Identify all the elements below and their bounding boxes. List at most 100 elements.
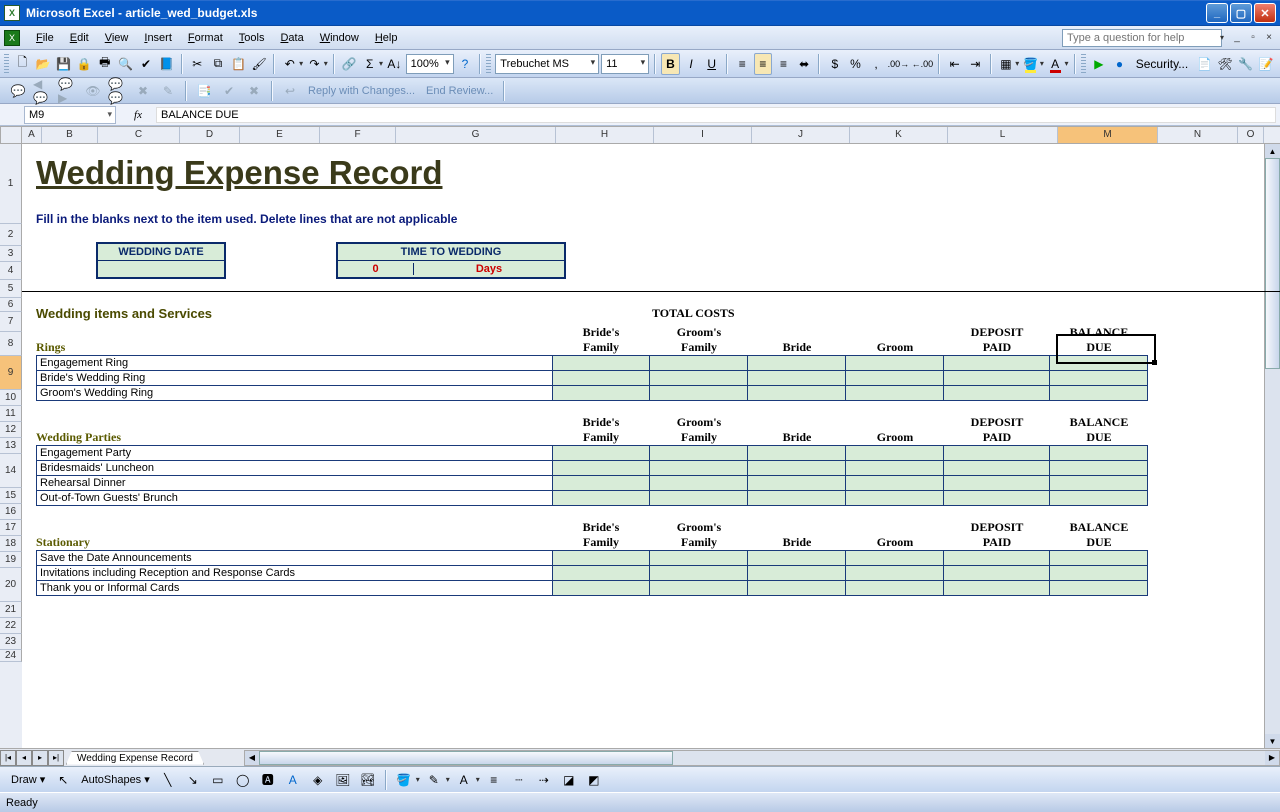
fill-color-icon[interactable]: 🪣 [1021,53,1040,75]
row-header-2[interactable]: 2 [0,224,22,246]
print-icon[interactable]: 🖶 [95,53,114,75]
percent-icon[interactable]: % [846,53,865,75]
menu-window[interactable]: Window [312,29,367,47]
value-cell[interactable] [552,461,650,476]
col-header-C[interactable]: C [98,127,180,143]
row-header-15[interactable]: 15 [0,488,22,504]
italic-button[interactable]: I [682,53,701,75]
tab-next-icon[interactable]: ▸ [32,750,48,766]
value-cell[interactable] [748,371,846,386]
redo-dropdown-icon[interactable]: ▾ [324,59,328,68]
row-header-3[interactable]: 3 [0,246,22,262]
minimize-button[interactable]: _ [1206,3,1228,23]
value-cell[interactable] [944,446,1050,461]
horizontal-scrollbar[interactable]: ◀ ▶ [244,750,1280,766]
value-cell[interactable] [650,461,748,476]
format-painter-icon[interactable]: 🖌 [250,53,269,75]
col-header-L[interactable]: L [948,127,1058,143]
row-header-5[interactable]: 5 [0,280,22,298]
value-cell[interactable] [1050,446,1148,461]
item-label[interactable]: Engagement Ring [37,356,553,371]
row-header-19[interactable]: 19 [0,552,22,568]
font-name-combo[interactable]: Trebuchet MS [495,54,599,74]
diagram-icon[interactable]: ◈ [307,769,329,791]
arrow-style-icon[interactable]: ⇢ [533,769,555,791]
workbook-restore-button[interactable]: ▫ [1246,31,1260,45]
value-cell[interactable] [1050,371,1148,386]
delete-comment-icon[interactable]: ✖ [132,80,154,102]
value-cell[interactable] [944,386,1050,401]
prev-comment-icon[interactable]: ◀💬 [32,80,54,102]
align-left-icon[interactable]: ≡ [733,53,752,75]
menu-data[interactable]: Data [272,29,311,47]
col-header-F[interactable]: F [320,127,396,143]
fill-color-draw-icon[interactable]: 🪣 [393,769,415,791]
value-cell[interactable] [1050,551,1148,566]
row-header-18[interactable]: 18 [0,536,22,552]
scroll-thumb[interactable] [259,751,673,765]
col-header-J[interactable]: J [752,127,850,143]
wedding-date-value[interactable] [98,261,224,277]
item-label[interactable]: Bridesmaids' Luncheon [37,461,553,476]
align-right-icon[interactable]: ≡ [774,53,793,75]
value-cell[interactable] [650,371,748,386]
fill-dropdown-icon[interactable]: ▾ [1040,59,1044,68]
menu-help[interactable]: Help [367,29,406,47]
row-header-23[interactable]: 23 [0,634,22,650]
value-cell[interactable] [846,386,944,401]
row-header-1[interactable]: 1 [0,144,22,224]
picture-icon[interactable]: 🏞 [357,769,379,791]
autosum-icon[interactable]: Σ [360,53,379,75]
value-cell[interactable] [944,566,1050,581]
item-label[interactable]: Rehearsal Dinner [37,476,553,491]
value-cell[interactable] [944,476,1050,491]
scroll-left-icon[interactable]: ◀ [245,751,259,765]
column-headers[interactable]: ABCDEFGHIJKLMNO [22,126,1280,144]
next-comment-icon[interactable]: 💬▶ [57,80,79,102]
value-cell[interactable] [650,386,748,401]
ink-icon[interactable]: ✎ [157,80,179,102]
currency-icon[interactable]: $ [825,53,844,75]
bold-button[interactable]: B [661,53,680,75]
value-cell[interactable] [650,476,748,491]
value-cell[interactable] [846,446,944,461]
name-box[interactable]: M9 [24,106,116,124]
col-header-H[interactable]: H [556,127,654,143]
value-cell[interactable] [846,476,944,491]
col-header-D[interactable]: D [180,127,240,143]
value-cell[interactable] [846,461,944,476]
menu-format[interactable]: Format [180,29,231,47]
value-cell[interactable] [1050,566,1148,581]
new-icon[interactable]: 🗋 [13,53,32,75]
value-cell[interactable] [748,461,846,476]
sheet-tab[interactable]: Wedding Expense Record [66,751,204,765]
reject-change-icon[interactable]: ✖ [243,80,265,102]
increase-indent-icon[interactable]: ⇥ [966,53,985,75]
row-header-17[interactable]: 17 [0,520,22,536]
row-header-9[interactable]: 9 [0,356,22,390]
borders-icon[interactable]: ▦ [997,53,1016,75]
col-header-M[interactable]: M [1058,127,1158,143]
row-header-11[interactable]: 11 [0,406,22,422]
value-cell[interactable] [846,581,944,596]
value-cell[interactable] [552,356,650,371]
value-cell[interactable] [748,476,846,491]
value-cell[interactable] [748,581,846,596]
toolbar-grip[interactable] [486,54,491,74]
value-cell[interactable] [846,356,944,371]
rectangle-icon[interactable]: ▭ [207,769,229,791]
row-header-20[interactable]: 20 [0,568,22,602]
shadow-icon[interactable]: ◪ [558,769,580,791]
zoom-combo[interactable]: 100% [406,54,454,74]
item-label[interactable]: Bride's Wedding Ring [37,371,553,386]
paste-icon[interactable]: 📋 [229,53,248,75]
row-header-10[interactable]: 10 [0,390,22,406]
permission-icon[interactable]: 🔒 [75,53,94,75]
menu-tools[interactable]: Tools [231,29,273,47]
dash-style-icon[interactable]: ┈ [508,769,530,791]
value-cell[interactable] [1050,356,1148,371]
row-header-24[interactable]: 24 [0,650,22,662]
design-mode-icon[interactable]: 🛠 [1216,53,1235,75]
toolbar-grip[interactable] [1081,54,1086,74]
row-header-21[interactable]: 21 [0,602,22,618]
